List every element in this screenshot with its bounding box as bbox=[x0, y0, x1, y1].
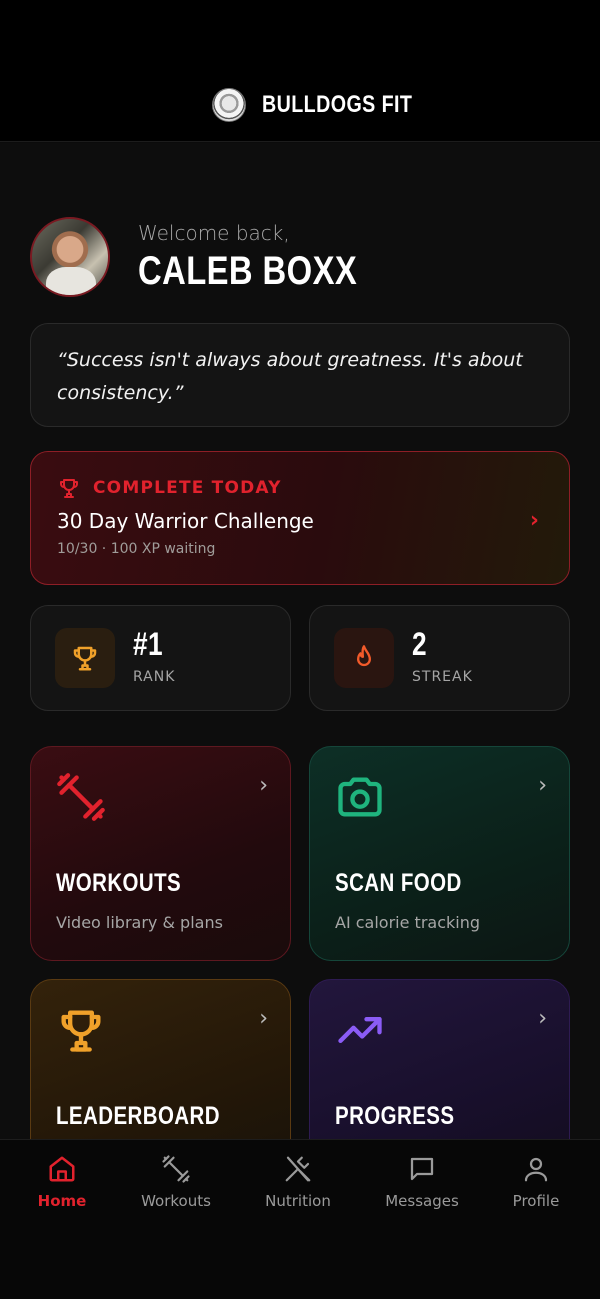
quote-text: “Success isn't always about greatness. I… bbox=[57, 349, 523, 404]
dumbbell-icon bbox=[162, 1155, 190, 1183]
brand[interactable]: BULLDOGS FIT bbox=[212, 88, 445, 122]
trophy-icon bbox=[73, 646, 97, 671]
trophy-icon bbox=[61, 1010, 101, 1052]
home-icon bbox=[49, 1156, 75, 1182]
streak-stat-card[interactable]: 2 STREAK bbox=[309, 605, 570, 711]
rank-stat-card[interactable]: #1 RANK bbox=[30, 605, 291, 711]
progress-title: PROGRESS bbox=[335, 1102, 455, 1130]
nav-workouts[interactable]: Workouts bbox=[121, 1154, 231, 1210]
quote-card: “Success isn't always about greatness. I… bbox=[30, 323, 570, 427]
nav-profile-label: Profile bbox=[512, 1192, 560, 1210]
workouts-title: WORKOUTS bbox=[56, 869, 182, 897]
message-icon bbox=[410, 1157, 434, 1181]
rank-icon-box bbox=[55, 628, 115, 688]
nav-workouts-label: Workouts bbox=[141, 1192, 211, 1210]
chevron-right-icon: › bbox=[259, 1006, 268, 1031]
nav-nutrition[interactable]: Nutrition bbox=[243, 1154, 353, 1210]
streak-value: 2 bbox=[412, 626, 428, 662]
challenge-label: COMPLETE TODAY bbox=[93, 478, 282, 498]
bulldog-logo-icon bbox=[212, 88, 246, 122]
workouts-subtitle: Video library & plans bbox=[56, 913, 223, 932]
rank-value: #1 bbox=[133, 626, 164, 662]
dumbbell-icon bbox=[57, 773, 105, 821]
workouts-tile[interactable]: › WORKOUTS Video library & plans bbox=[30, 746, 291, 961]
leaderboard-title: LEADERBOARD bbox=[56, 1102, 220, 1130]
trending-up-icon bbox=[338, 1017, 382, 1043]
leaderboard-tile[interactable]: › LEADERBOARD bbox=[30, 979, 291, 1139]
chevron-right-icon: › bbox=[538, 773, 547, 798]
rank-label: RANK bbox=[133, 669, 176, 685]
streak-icon-box bbox=[334, 628, 394, 688]
welcome-section: Welcome back, CALEB BOXX bbox=[30, 217, 405, 297]
trophy-icon bbox=[60, 479, 78, 498]
avatar[interactable] bbox=[30, 217, 110, 297]
brand-name: BULLDOGS FIT bbox=[262, 91, 413, 118]
nav-home-label: Home bbox=[37, 1192, 87, 1210]
utensils-icon bbox=[285, 1156, 311, 1182]
home-content[interactable]: Welcome back, CALEB BOXX “Success isn't … bbox=[0, 143, 600, 1139]
challenge-title: 30 Day Warrior Challenge bbox=[57, 509, 314, 533]
user-icon bbox=[524, 1157, 548, 1182]
flame-icon bbox=[357, 645, 371, 667]
app-header: BULLDOGS FIT bbox=[0, 0, 600, 142]
nav-nutrition-label: Nutrition bbox=[265, 1192, 331, 1210]
nav-profile[interactable]: Profile bbox=[481, 1154, 591, 1210]
progress-tile[interactable]: › PROGRESS bbox=[309, 979, 570, 1139]
chevron-right-icon: › bbox=[259, 773, 268, 798]
chevron-right-icon: › bbox=[538, 1006, 547, 1031]
scan-food-title: SCAN FOOD bbox=[335, 869, 462, 897]
nav-home[interactable]: Home bbox=[7, 1154, 117, 1210]
nav-messages-label: Messages bbox=[385, 1192, 459, 1210]
streak-label: STREAK bbox=[412, 669, 473, 685]
challenge-card[interactable]: COMPLETE TODAY 30 Day Warrior Challenge … bbox=[30, 451, 570, 585]
welcome-label: Welcome back, bbox=[138, 220, 290, 245]
scan-food-subtitle: AI calorie tracking bbox=[335, 913, 480, 932]
bottom-nav: Home Workouts Nutrition Messages Profile bbox=[0, 1139, 600, 1299]
challenge-subtitle: 10/30 · 100 XP waiting bbox=[57, 541, 216, 557]
chevron-right-icon: › bbox=[529, 508, 539, 533]
scan-food-tile[interactable]: › SCAN FOOD AI calorie tracking bbox=[309, 746, 570, 961]
camera-icon bbox=[338, 777, 382, 817]
nav-messages[interactable]: Messages bbox=[367, 1154, 477, 1210]
user-name: CALEB BOXX bbox=[138, 248, 358, 293]
